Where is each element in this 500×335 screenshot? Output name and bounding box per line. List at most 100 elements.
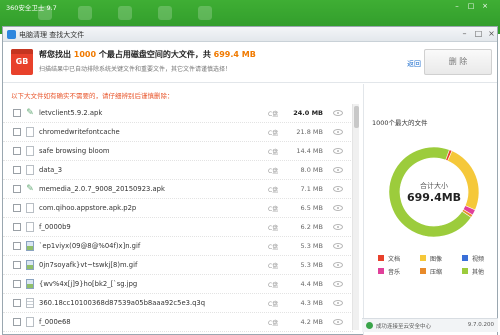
- text-file-icon: [26, 298, 34, 308]
- file-disk: C盘: [268, 263, 279, 270]
- file-checkbox[interactable]: [13, 166, 21, 174]
- file-row[interactable]: com.qihoo.appstore.apk.p2p C盘 6.5 MB: [3, 199, 353, 218]
- file-row[interactable]: 360.18cc10100368d87539a05b8aaa92c5e3.q3q…: [3, 294, 353, 313]
- preview-eye-icon[interactable]: [333, 110, 343, 116]
- file-row[interactable]: ✎ letvclient5.9.2.apk C盘 24.0 MB: [3, 104, 353, 123]
- preview-eye-icon[interactable]: [333, 167, 343, 173]
- file-size: 4.2 MB: [300, 318, 323, 326]
- file-name: 360.18cc10100368d87539a05b8aaa92c5e3.q3q: [39, 299, 206, 307]
- window-close-icon[interactable]: ×: [486, 29, 497, 39]
- file-row[interactable]: 0jn7soyafk}vt~tswkj[8)m.gif C盘 5.3 MB: [3, 256, 353, 275]
- file-name: safe browsing bloom: [39, 147, 110, 155]
- file-checkbox[interactable]: [13, 261, 21, 269]
- file-row[interactable]: f_000e68 C盘 4.2 MB: [3, 313, 353, 332]
- preview-eye-icon[interactable]: [333, 281, 343, 287]
- preview-eye-icon[interactable]: [333, 148, 343, 154]
- back-link[interactable]: 返回: [407, 59, 421, 69]
- file-row[interactable]: safe browsing bloom C盘 14.4 MB: [3, 142, 353, 161]
- file-disk: C盘: [268, 301, 279, 308]
- file-checkbox[interactable]: [13, 242, 21, 250]
- file-list-scrollbar[interactable]: [352, 104, 359, 330]
- file-disk: C盘: [268, 282, 279, 289]
- file-checkbox[interactable]: [13, 223, 21, 231]
- legend-item: 图像: [420, 254, 458, 263]
- file-icon: [26, 203, 34, 213]
- file-checkbox[interactable]: [13, 204, 21, 212]
- file-checkbox[interactable]: [13, 185, 21, 193]
- file-checkbox[interactable]: [13, 280, 21, 288]
- preview-eye-icon[interactable]: [333, 205, 343, 211]
- file-name: `ep1viyx(09@8@%04f)x]n.gif: [39, 242, 141, 250]
- scrollbar-thumb[interactable]: [354, 106, 359, 128]
- window-maximize-icon[interactable]: □: [473, 29, 484, 39]
- preview-eye-icon[interactable]: [333, 224, 343, 230]
- file-checkbox[interactable]: [13, 109, 21, 117]
- file-name: chromedwritefontcache: [39, 128, 120, 136]
- menu-tab-icon[interactable]: [198, 6, 212, 20]
- legend-item: 文档: [378, 254, 416, 263]
- file-row[interactable]: `ep1viyx(09@8@%04f)x]n.gif C盘 5.3 MB: [3, 237, 353, 256]
- scan-summary-header: GB 帮您找出 1000 个最占用磁盘空间的大文件，共 699.4 MB 扫描结…: [3, 43, 497, 83]
- file-size: 21.8 MB: [296, 128, 323, 136]
- apk-file-icon: ✎: [26, 184, 34, 194]
- file-disk: C盘: [268, 225, 279, 232]
- file-size: 6.5 MB: [300, 204, 323, 212]
- version-text: 9.7.0.200: [467, 322, 494, 328]
- file-disk: C盘: [268, 187, 279, 194]
- menu-tab-icon[interactable]: [118, 6, 132, 20]
- apk-file-icon: ✎: [26, 108, 34, 118]
- file-row[interactable]: {wv%4x[j]9}ho[bk2_[`sg.jpg C盘 4.4 MB: [3, 275, 353, 294]
- app-maximize-icon[interactable]: □: [466, 2, 476, 10]
- menu-tab-icon[interactable]: [38, 6, 52, 20]
- file-size: 8.0 MB: [300, 166, 323, 174]
- app-minimize-icon[interactable]: –: [452, 2, 462, 10]
- file-name: data_3: [39, 166, 63, 174]
- file-icon: [26, 165, 34, 175]
- file-disk: C盘: [268, 111, 279, 118]
- menu-tab-icon[interactable]: [158, 6, 172, 20]
- file-disk: C盘: [268, 244, 279, 251]
- file-name: f_0000b9: [39, 223, 71, 231]
- legend-swatch: [462, 255, 468, 261]
- preview-eye-icon[interactable]: [333, 129, 343, 135]
- file-row[interactable]: chromedwritefontcache C盘 21.8 MB: [3, 123, 353, 142]
- file-name: 0jn7soyafk}vt~tswkj[8)m.gif: [39, 261, 138, 269]
- legend-item: 其他: [462, 267, 500, 276]
- file-row[interactable]: f_0000b9 C盘 6.2 MB: [3, 218, 353, 237]
- preview-eye-icon[interactable]: [333, 186, 343, 192]
- legend-label: 其他: [472, 269, 485, 276]
- file-row[interactable]: ✎ memedia_2.0.7_9008_20150923.apk C盘 7.1 MB: [3, 180, 353, 199]
- file-checkbox[interactable]: [13, 318, 21, 326]
- window-title: 电脑清理 查找大文件: [19, 31, 85, 39]
- file-size: 24.0 MB: [293, 109, 323, 117]
- file-row[interactable]: data_3 C盘 8.0 MB: [3, 161, 353, 180]
- file-checkbox[interactable]: [13, 299, 21, 307]
- file-checkbox[interactable]: [13, 128, 21, 136]
- file-type-donut-chart: 合计大小699.4MB: [388, 146, 480, 238]
- preview-eye-icon[interactable]: [333, 243, 343, 249]
- file-icon: [26, 222, 34, 232]
- file-checkbox[interactable]: [13, 147, 21, 155]
- window-app-icon: [7, 30, 16, 39]
- menu-tab-icon[interactable]: [78, 6, 92, 20]
- preview-eye-icon[interactable]: [333, 319, 343, 325]
- delete-button[interactable]: 删 除: [424, 49, 492, 75]
- file-disk: C盘: [268, 320, 279, 327]
- large-file-window: 电脑清理 查找大文件 – □ × GB 帮您找出 1000 个最占用磁盘空间的大…: [2, 26, 498, 335]
- window-minimize-icon[interactable]: –: [459, 29, 470, 39]
- file-size: 4.4 MB: [300, 280, 323, 288]
- legend-label: 音乐: [388, 269, 401, 276]
- file-size: 4.3 MB: [300, 299, 323, 307]
- legend-item: 音乐: [378, 267, 416, 276]
- file-icon: [26, 127, 34, 137]
- status-bar: 成功连接至云安全中心 9.7.0.200: [362, 318, 498, 332]
- file-count: 1000: [73, 50, 97, 59]
- preview-eye-icon[interactable]: [333, 262, 343, 268]
- file-name: memedia_2.0.7_9008_20150923.apk: [39, 185, 165, 193]
- file-size: 5.3 MB: [300, 242, 323, 250]
- legend-label: 视频: [472, 256, 485, 263]
- file-size: 5.3 MB: [300, 261, 323, 269]
- file-size: 7.1 MB: [300, 185, 323, 193]
- app-close-icon[interactable]: ×: [480, 2, 490, 10]
- preview-eye-icon[interactable]: [333, 300, 343, 306]
